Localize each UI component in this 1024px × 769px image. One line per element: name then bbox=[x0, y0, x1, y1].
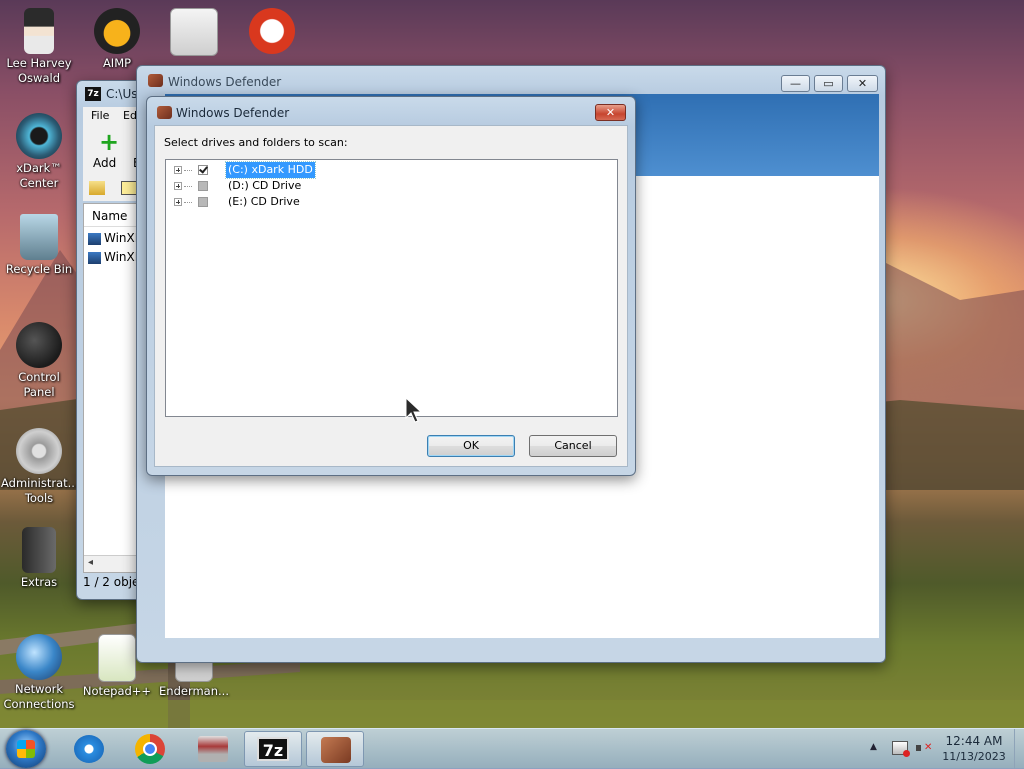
recycle-bin-icon bbox=[20, 214, 58, 260]
scan-dialog[interactable]: Windows Defender ✕ Select drives and fol… bbox=[146, 96, 636, 476]
maximize-button[interactable]: ▭ bbox=[814, 75, 843, 92]
disk-image-icon bbox=[88, 233, 101, 245]
drive-tree[interactable]: (C:) xDark HDD (D:) CD Drive (E:) CD Dri… bbox=[165, 159, 618, 417]
cancel-button[interactable]: Cancel bbox=[529, 435, 617, 457]
show-hidden-icons-button[interactable]: ▲ bbox=[870, 742, 877, 752]
sevenzip-icon: 7z bbox=[257, 737, 289, 761]
minimize-icon: — bbox=[790, 77, 801, 90]
desktop-icon-unnamed-2[interactable] bbox=[234, 8, 310, 56]
desktop-icon-unnamed[interactable] bbox=[156, 8, 232, 58]
expand-icon[interactable] bbox=[174, 198, 182, 206]
control-panel-icon bbox=[16, 322, 62, 368]
volume-muted-icon[interactable]: ✕ bbox=[916, 741, 934, 755]
defender-icon bbox=[321, 737, 351, 763]
drive-label-e: (E:) CD Drive bbox=[228, 195, 300, 208]
maximize-icon: ▭ bbox=[823, 77, 834, 90]
drive-checkbox-d[interactable] bbox=[198, 181, 208, 191]
tree-item-c-drive[interactable]: (C:) xDark HDD bbox=[174, 161, 594, 179]
desktop-icon-extras[interactable]: Extras bbox=[1, 527, 77, 590]
taskbar-archive-app[interactable] bbox=[184, 731, 242, 767]
desktop-icon-recycle-bin[interactable]: Recycle Bin bbox=[1, 214, 77, 277]
archive-icon bbox=[198, 736, 228, 762]
tree-item-d-drive[interactable]: (D:) CD Drive bbox=[174, 178, 594, 194]
internet-explorer-icon bbox=[74, 735, 104, 763]
close-icon: ✕ bbox=[857, 77, 868, 90]
taskbar-internet-explorer[interactable] bbox=[60, 731, 118, 767]
add-button[interactable]: + Add bbox=[89, 128, 121, 170]
drive-label-c: (C:) xDark HDD bbox=[225, 161, 316, 179]
mouse-cursor bbox=[405, 396, 423, 423]
ok-button[interactable]: OK bbox=[427, 435, 515, 457]
dialog-close-button[interactable]: ✕ bbox=[595, 104, 626, 121]
dialog-title: Windows Defender bbox=[176, 106, 290, 120]
show-desktop-button[interactable] bbox=[1014, 729, 1024, 769]
gear-icon bbox=[16, 428, 62, 474]
action-center-flag-icon[interactable] bbox=[892, 741, 910, 757]
dialog-prompt: Select drives and folders to scan: bbox=[164, 136, 348, 149]
up-folder-icon[interactable] bbox=[89, 181, 105, 195]
defender-main-title: Windows Defender bbox=[168, 75, 282, 89]
clock-time: 12:44 AM bbox=[945, 734, 1003, 748]
drive-checkbox-c[interactable] bbox=[198, 165, 208, 175]
desktop-icon-xdark-center[interactable]: xDark™ Center bbox=[1, 113, 77, 191]
desktop-icon-control-panel[interactable]: Control Panel bbox=[1, 322, 77, 400]
xdark-center-icon bbox=[16, 113, 62, 159]
menu-file[interactable]: File bbox=[91, 109, 109, 122]
drive-checkbox-e[interactable] bbox=[198, 197, 208, 207]
minimize-button[interactable]: — bbox=[781, 75, 810, 92]
clock-date: 11/13/2023 bbox=[942, 750, 1006, 763]
chrome-icon bbox=[135, 734, 165, 764]
aimp-icon bbox=[94, 8, 140, 54]
start-button[interactable] bbox=[6, 730, 46, 768]
sevenzip-app-icon: 7z bbox=[85, 87, 101, 101]
tree-item-e-drive[interactable]: (E:) CD Drive bbox=[174, 194, 594, 210]
red-app-icon bbox=[249, 8, 295, 54]
desktop-icon-lee-harvey-oswald[interactable]: Lee Harvey Oswald bbox=[1, 8, 77, 86]
dialog-body: Select drives and folders to scan: (C:) … bbox=[154, 125, 628, 467]
close-icon: ✕ bbox=[605, 106, 616, 119]
taskbar-7zip[interactable]: 7z bbox=[244, 731, 302, 767]
dialog-app-icon bbox=[157, 106, 172, 119]
shortcut-doc-icon bbox=[170, 8, 218, 56]
windows-logo-icon bbox=[17, 740, 35, 758]
scroll-left-arrow[interactable]: ◂ bbox=[88, 557, 93, 568]
folder-icon bbox=[22, 527, 56, 573]
character-icon bbox=[24, 8, 54, 54]
desktop-icon-administrative-tools[interactable]: Administrat... Tools bbox=[1, 428, 79, 506]
folder-view-icon[interactable] bbox=[121, 181, 137, 195]
expand-icon[interactable] bbox=[174, 166, 182, 174]
system-clock[interactable]: 12:44 AM 11/13/2023 bbox=[936, 733, 1012, 764]
desktop-icon-network-connections[interactable]: Network Connections bbox=[1, 634, 77, 712]
taskbar-chrome[interactable] bbox=[122, 731, 180, 767]
notepad-icon bbox=[98, 634, 136, 682]
defender-app-icon bbox=[148, 74, 163, 87]
network-globe-icon bbox=[16, 634, 62, 680]
expand-icon[interactable] bbox=[174, 182, 182, 190]
taskbar-windows-defender[interactable] bbox=[306, 731, 364, 767]
close-button[interactable]: ✕ bbox=[847, 75, 878, 92]
desktop-icon-aimp[interactable]: AIMP bbox=[79, 8, 155, 71]
disk-image-icon bbox=[88, 252, 101, 264]
taskbar: 7z ▲ ✕ 12:44 AM 11/13/2023 bbox=[0, 728, 1024, 769]
drive-label-d: (D:) CD Drive bbox=[228, 179, 302, 192]
plus-icon: + bbox=[99, 128, 120, 156]
